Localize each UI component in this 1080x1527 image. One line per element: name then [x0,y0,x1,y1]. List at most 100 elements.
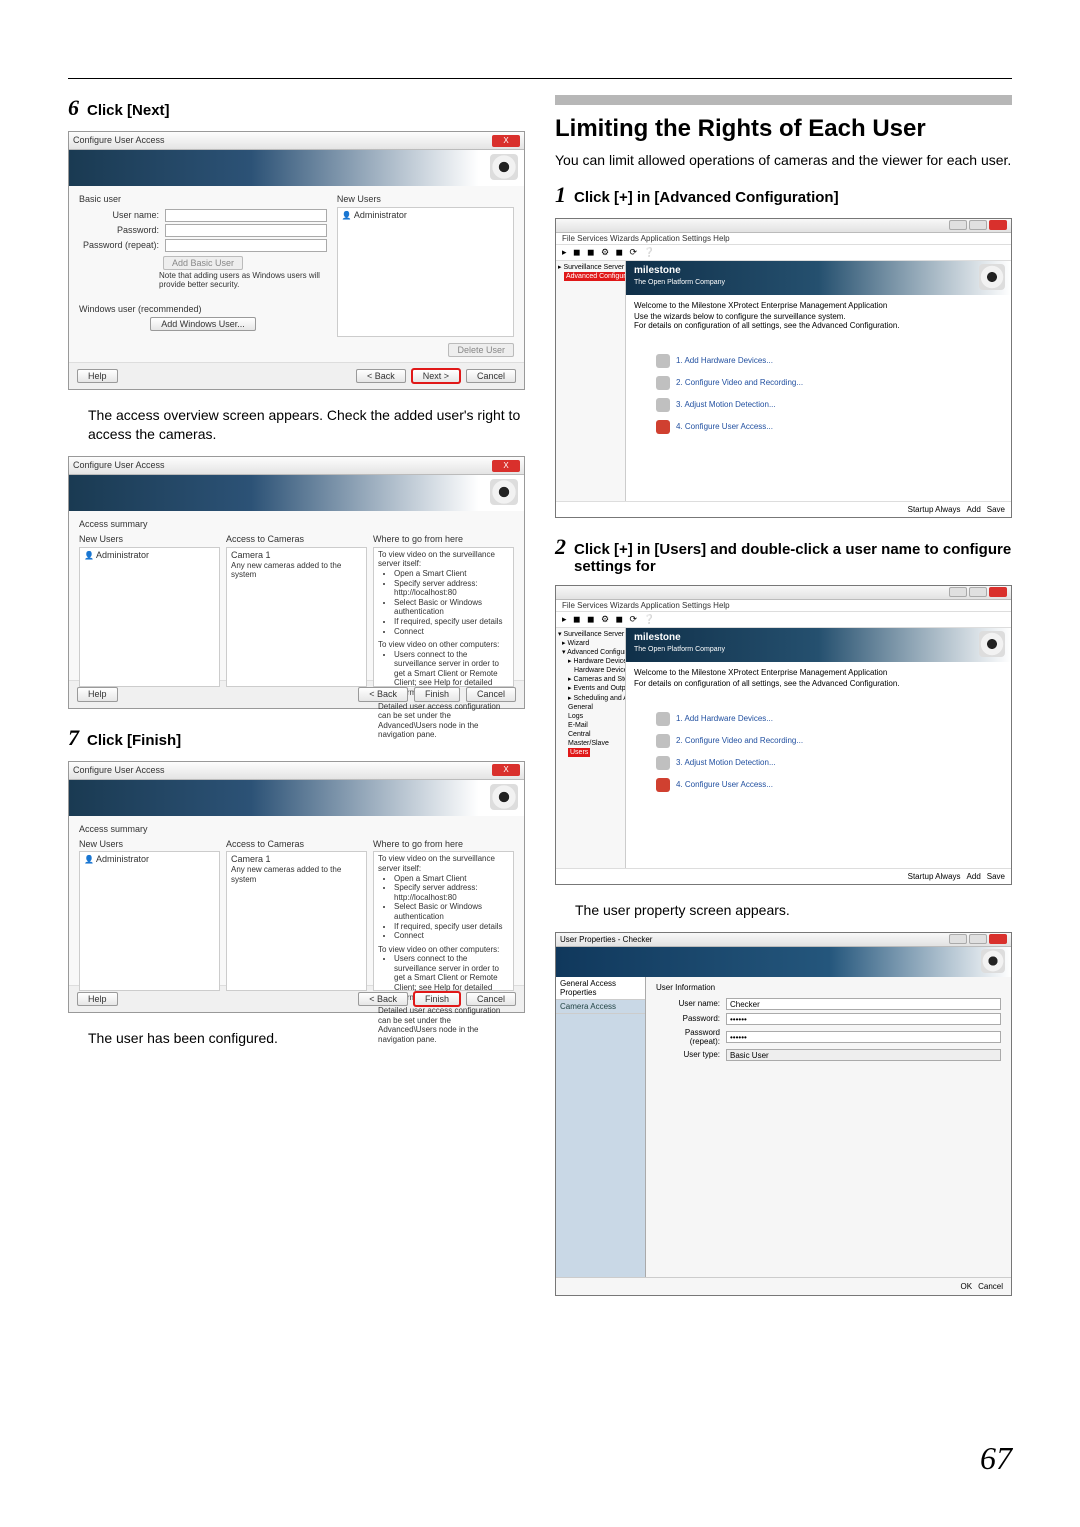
hint-bullet: Connect [394,931,509,941]
add-basic-user-button[interactable]: Add Basic User [163,256,243,270]
tree-node[interactable]: Scheduling and Archiv [573,695,626,702]
tree-node[interactable]: General [568,704,593,711]
help-button[interactable]: Help [77,687,118,702]
next-button[interactable]: Next > [412,369,460,384]
page-top-rule [68,78,1012,79]
cancel-button[interactable]: Cancel [466,992,516,1007]
step-6-heading: 6 Click [Next] [68,95,525,121]
finish-button[interactable]: Finish [414,992,460,1007]
wizard-item-4[interactable]: 4. Configure User Access... [656,420,981,434]
tree-node[interactable]: Central [568,731,591,738]
help-button[interactable]: Help [77,369,118,384]
video-icon [656,734,670,748]
tree-node[interactable]: Hardware Device 1 [574,667,626,674]
camera-item: Camera 1 [231,854,362,865]
hint-bullet: Open a Smart Client [394,874,509,884]
cancel-button[interactable]: Cancel [466,687,516,702]
status-save-button[interactable]: Save [987,872,1005,881]
section-intro: You can limit allowed operations of came… [555,151,1012,170]
minimize-icon[interactable] [949,587,967,597]
close-icon[interactable] [989,220,1007,230]
close-icon[interactable]: X [492,764,520,776]
maximize-icon[interactable] [969,220,987,230]
password-value[interactable]: •••••• [726,1013,1001,1025]
password-repeat-value[interactable]: •••••• [726,1031,1001,1043]
hint-bullet: If required, specify user details [394,922,509,932]
side-camera-access[interactable]: Camera Access [556,1000,645,1014]
password-input[interactable] [165,224,327,237]
tree-root[interactable]: Surveillance Server [563,631,624,638]
wizard-item-3[interactable]: 3. Adjust Motion Detection... [656,398,981,412]
tree-users-node[interactable]: Users [568,748,590,757]
section-bar [555,95,1012,105]
username-value[interactable]: Checker [726,998,1001,1010]
menu-bar[interactable]: File Services Wizards Application Settin… [556,600,1011,612]
tree-node[interactable]: Wizard [567,640,589,647]
wizard-item-3[interactable]: 3. Adjust Motion Detection... [656,756,981,770]
user-information-group: User Information [656,983,1001,992]
close-icon[interactable] [989,587,1007,597]
status-save-button[interactable]: Save [987,505,1005,514]
minimize-icon[interactable] [949,934,967,944]
wizard-item-2[interactable]: 2. Configure Video and Recording... [656,734,981,748]
status-startup: Startup Always [908,872,961,881]
back-button[interactable]: < Back [356,369,406,384]
finish-button[interactable]: Finish [414,687,460,702]
help-button[interactable]: Help [77,992,118,1007]
camera-item: Camera 1 [231,550,362,561]
wizard-item-1[interactable]: 1. Add Hardware Devices... [656,354,981,368]
admin-item: Administrator [84,854,215,865]
tree-node[interactable]: Logs [568,713,583,720]
username-input[interactable] [165,209,327,222]
back-button[interactable]: < Back [358,687,408,702]
close-icon[interactable]: X [492,135,520,147]
ok-button[interactable]: OK [961,1282,973,1291]
menu-bar[interactable]: File Services Wizards Application Settin… [556,233,1011,245]
maximize-icon[interactable] [969,587,987,597]
tree-node[interactable]: Advanced Configuration [567,649,626,656]
step-2-heading: 2 Click [+] in [Users] and double-click … [555,534,1012,575]
minimize-icon[interactable] [949,220,967,230]
tree-node[interactable]: Cameras and Storage [573,676,626,683]
hint-bullet: If required, specify user details [394,617,509,627]
screenshot-user-properties: User Properties - Checker General Access… [555,932,1012,1296]
tree-node[interactable]: Hardware Devices [573,658,626,665]
tree-node[interactable]: Events and Output [573,685,626,692]
wizard-item-1[interactable]: 1. Add Hardware Devices... [656,712,981,726]
back-button[interactable]: < Back [358,992,408,1007]
close-icon[interactable] [989,934,1007,944]
nav-tree[interactable]: ▸ Surveillance Server Advanced Configura… [556,261,626,501]
delete-user-button[interactable]: Delete User [448,343,514,357]
security-note: Note that adding users as Windows users … [79,271,327,296]
add-windows-user-button[interactable]: Add Windows User... [150,317,256,331]
hint1: To view video on the surveillance server… [378,550,509,569]
cancel-button[interactable]: Cancel [978,1282,1003,1291]
tree-node[interactable]: Master/Slave [568,740,609,747]
maximize-icon[interactable] [969,934,987,944]
password-repeat-label: Password (repeat): [79,240,159,251]
dialog-title: User Properties - Checker [560,935,652,944]
password-repeat-input[interactable] [165,239,327,252]
toolbar[interactable]: ▸ ◼ ◼ ⚙ ◼ ⟳ ❔ [556,245,1011,261]
tree-node[interactable]: E-Mail [568,722,588,729]
tree-advanced-config[interactable]: Advanced Configuration [564,272,626,281]
screenshot-management-app-2: File Services Wizards Application Settin… [555,585,1012,885]
brand-label: milestone [634,265,681,276]
welcome-text: Welcome to the Milestone XProtect Enterp… [634,668,1003,677]
usertype-value: Basic User [726,1049,1001,1061]
wizard-item-4[interactable]: 4. Configure User Access... [656,778,981,792]
cancel-button[interactable]: Cancel [466,369,516,384]
eye-icon [981,949,1005,973]
side-general-access[interactable]: General Access Properties [556,977,645,1000]
tree-root[interactable]: Surveillance Server [563,264,624,271]
status-add-button[interactable]: Add [967,872,981,881]
eye-icon [490,479,518,505]
wizard-item-2[interactable]: 2. Configure Video and Recording... [656,376,981,390]
eye-icon [979,264,1005,290]
toolbar[interactable]: ▸ ◼ ◼ ⚙ ◼ ⟳ ❔ [556,612,1011,628]
admin-list-item[interactable]: Administrator [342,210,509,221]
status-startup: Startup Always [908,505,961,514]
status-add-button[interactable]: Add [967,505,981,514]
nav-tree[interactable]: ▾ Surveillance Server ▸ Wizard ▾ Advance… [556,628,626,868]
close-icon[interactable]: X [492,460,520,472]
